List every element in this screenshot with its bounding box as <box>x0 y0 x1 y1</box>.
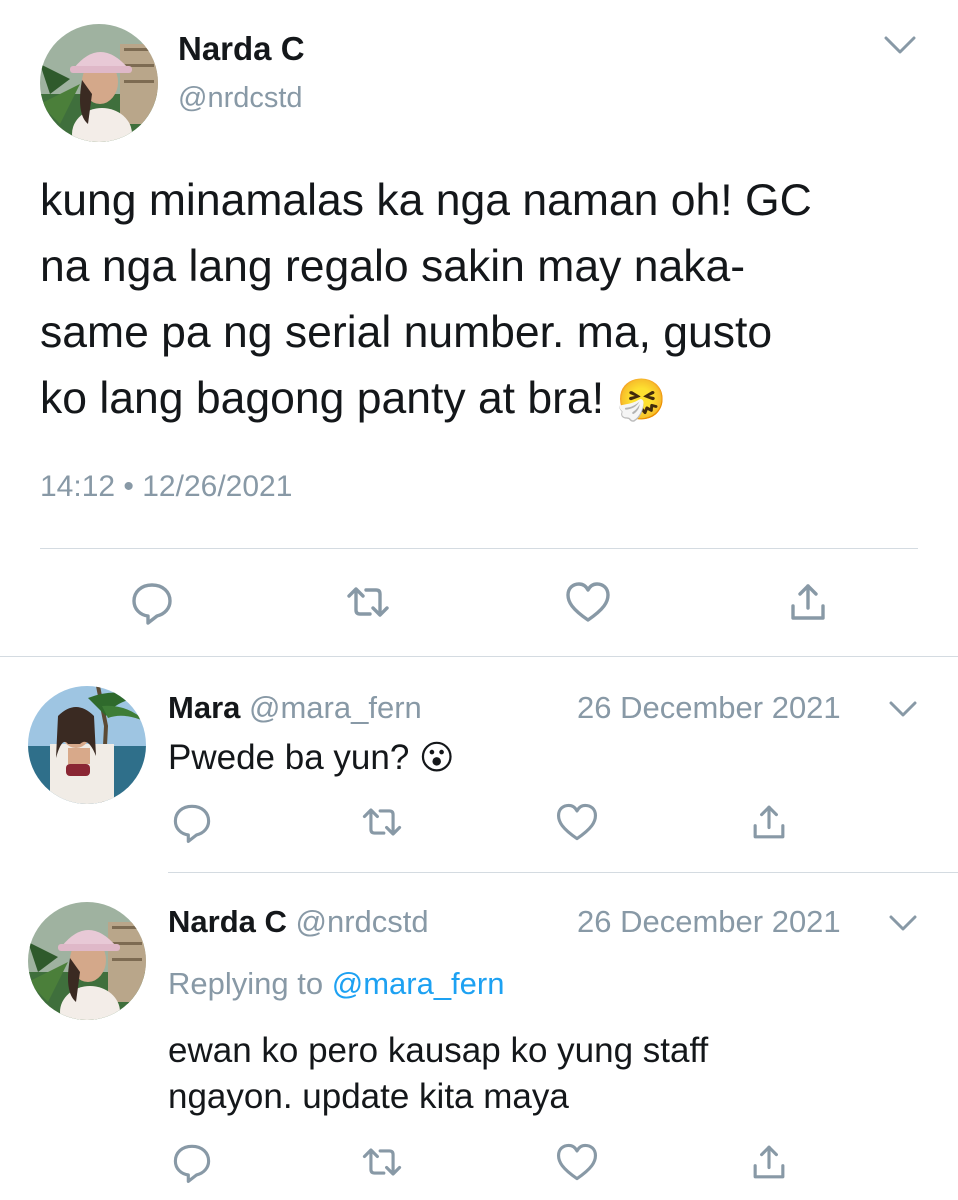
user-handle[interactable]: @nrdcstd <box>178 82 303 115</box>
retweet-icon[interactable] <box>358 1138 406 1186</box>
reply-icon[interactable] <box>126 576 178 628</box>
more-options-icon[interactable] <box>886 910 920 936</box>
divider <box>168 872 958 873</box>
reply-header: Mara @mara_fern <box>168 690 422 726</box>
tweet-text-line: ko lang bagong panty at bra! 🤧 <box>40 366 812 433</box>
reply-header: Narda C @nrdcstd <box>168 904 429 940</box>
replying-to-link[interactable]: @mara_fern <box>332 966 505 1001</box>
tweet-text-segment: ko lang bagong panty at bra! <box>40 374 605 423</box>
reply-icon[interactable] <box>168 1138 216 1186</box>
more-options-icon[interactable] <box>880 30 920 60</box>
retweet-icon[interactable] <box>342 576 394 628</box>
like-icon[interactable] <box>562 576 614 628</box>
replying-to-label: Replying to <box>168 966 324 1001</box>
display-name[interactable]: Mara <box>168 690 240 725</box>
avatar[interactable] <box>28 686 146 804</box>
user-handle[interactable]: @mara_fern <box>249 690 422 725</box>
like-icon[interactable] <box>553 1138 601 1186</box>
user-handle[interactable]: @nrdcstd <box>296 904 429 939</box>
reply-text: ewan ko pero kausap ko yung staff ngayon… <box>168 1028 708 1120</box>
display-name[interactable]: Narda C <box>178 30 305 68</box>
avatar[interactable] <box>28 902 146 1020</box>
reply-text: Pwede ba yun? 😮 <box>168 738 454 778</box>
share-icon[interactable] <box>782 576 834 628</box>
tweet-text-line: kung minamalas ka nga naman oh! GC <box>40 176 812 225</box>
reply-icon[interactable] <box>168 798 216 846</box>
share-icon[interactable] <box>745 798 793 846</box>
sneezing-face-emoji: 🤧 <box>616 378 667 422</box>
display-name[interactable]: Narda C <box>168 904 287 939</box>
divider <box>40 548 918 549</box>
tweet-text-line: same pa ng serial number. ma, gusto <box>40 308 773 357</box>
like-icon[interactable] <box>553 798 601 846</box>
avatar[interactable] <box>40 24 158 142</box>
reply-date[interactable]: 26 December 2021 <box>577 690 841 726</box>
astonished-face-emoji: 😮 <box>419 739 455 777</box>
reply-date[interactable]: 26 December 2021 <box>577 904 841 940</box>
tweet-timestamp[interactable]: 14:12 • 12/26/2021 <box>40 470 292 504</box>
replying-to: Replying to @mara_fern <box>168 966 504 1002</box>
more-options-icon[interactable] <box>886 696 920 722</box>
divider <box>0 656 958 657</box>
reply-text-segment: Pwede ba yun? <box>168 738 410 777</box>
retweet-icon[interactable] <box>358 798 406 846</box>
reply-text-line: ngayon. update kita maya <box>168 1077 569 1116</box>
share-icon[interactable] <box>745 1138 793 1186</box>
tweet-text: kung minamalas ka nga naman oh! GC na ng… <box>40 168 812 433</box>
reply-text-line: ewan ko pero kausap ko yung staff <box>168 1031 709 1070</box>
tweet-text-line: na nga lang regalo sakin may naka- <box>40 242 746 291</box>
